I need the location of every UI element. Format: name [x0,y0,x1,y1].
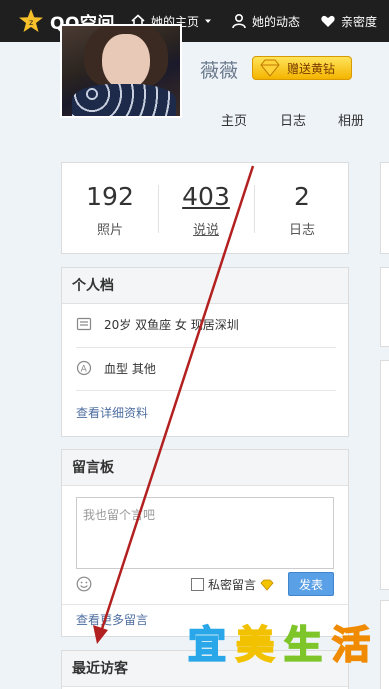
tab-home[interactable]: 主页 [221,110,247,129]
svg-text:z: z [29,18,33,27]
nav-intimacy-label: 亲密度 [341,14,378,29]
checkbox-box[interactable] [191,578,204,591]
stat-talk-label: 说说 [192,223,219,238]
info-row-blood: A 血型 其他 [76,347,336,389]
watermark-char: 宜 [187,622,227,668]
divider [76,390,336,391]
info-row-basic: 20岁 双鱼座 女 现居深圳 [76,303,336,345]
emoji-icon[interactable] [76,576,92,592]
avatar-dress [72,84,176,116]
post-button[interactable]: 发表 [288,572,334,596]
heart-icon [321,15,335,27]
right-column-card [380,600,389,689]
avatar-face [102,34,150,90]
stat-talk-count: 403 [182,182,230,211]
svg-text:A: A [81,365,88,375]
stat-photos[interactable]: 192 照片 [62,181,158,238]
stat-diary-count: 2 [294,182,310,211]
profile-card-title: 个人档 [62,268,348,304]
stat-diary[interactable]: 2 日志 [254,181,350,238]
gift-yellow-diamond-label: 赠送黄钻 [287,61,336,76]
view-more-messages-link[interactable]: 查看更多留言 [76,611,148,628]
top-navigation-bar: z QQ空间 她的主页 她的动态 亲密度 [0,0,389,42]
stat-photos-count: 192 [86,182,134,211]
view-details-link[interactable]: 查看详细资料 [76,404,148,421]
divider [62,604,348,605]
watermark-char: 生 [283,622,323,668]
gift-yellow-diamond-button[interactable]: 赠送黄钻 [252,56,352,80]
stat-photos-label: 照片 [96,223,123,238]
watermark-char: 美 [235,622,275,668]
tab-blog[interactable]: 日志 [280,110,306,129]
person-icon [232,13,246,29]
diamond-icon [260,59,280,77]
caret-down-icon [205,19,212,23]
right-column-card [380,267,389,347]
info-basic-text: 20岁 双鱼座 女 现居深圳 [104,317,239,332]
right-column-card [380,162,389,254]
guestbook-title: 留言板 [62,450,348,486]
star-icon: z [19,9,43,32]
nav-her-feed[interactable]: 她的动态 [231,12,300,30]
private-message-label: 私密留言 [208,578,257,592]
tab-album[interactable]: 相册 [338,110,364,129]
private-message-checkbox[interactable]: 私密留言 [191,576,274,593]
watermark-char: 活 [331,622,371,668]
right-column-card [380,360,389,590]
stat-talk[interactable]: 403 说说 [158,181,254,238]
stats-card: 192 照片 403 说说 2 日志 [61,162,349,254]
message-input[interactable]: 我也留个言吧 [76,497,334,569]
blood-type-icon: A [76,360,92,376]
id-card-icon [76,317,92,331]
stat-diary-label: 日志 [288,223,315,238]
diamond-icon [260,579,274,591]
avatar[interactable] [60,24,182,118]
nav-her-feed-label: 她的动态 [252,14,301,29]
info-blood-text: 血型 其他 [104,361,156,376]
username: 薇薇 [200,60,239,82]
nav-intimacy[interactable]: 亲密度 [320,12,377,30]
watermark-logo: 宜 美 生 活 [184,621,374,669]
